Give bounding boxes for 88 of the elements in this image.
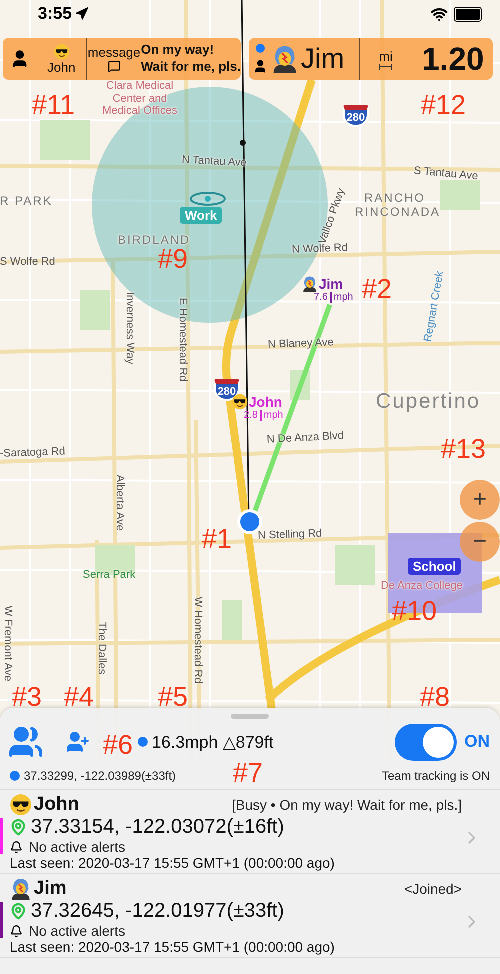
- location-dot-icon: [256, 44, 264, 53]
- location-dot-icon: [10, 771, 20, 781]
- annotation-label: #8: [420, 682, 450, 713]
- map-label: Serra Park: [83, 569, 136, 581]
- tracking-toggle[interactable]: [394, 724, 456, 760]
- map-label: Cupertino: [376, 390, 481, 414]
- map-label: Inverness Way: [124, 292, 136, 364]
- map-label: N De Anza Blvd: [266, 430, 344, 446]
- map-label: Clara Medical Center and Medical Offices: [102, 80, 178, 118]
- speed-bar: [330, 292, 332, 303]
- member-row[interactable]: John [Busy • On my way! Wait for me, pls.] 37.33154, -122.03072(±16ft) No active alerts Last seen: 2020-03-17 15:55 GMT+1 (00:00:00 ago): [0, 790, 500, 874]
- member-name: Jim: [34, 878, 67, 900]
- annotation-label: #9: [158, 244, 188, 275]
- drag-handle[interactable]: [231, 714, 269, 719]
- annotation-label: #1: [202, 524, 232, 555]
- member-status: [Busy • On my way! Wait for me, pls.]: [232, 797, 462, 813]
- distance-value: 1.20: [422, 40, 484, 78]
- map-label: -Saratoga Rd: [0, 446, 66, 460]
- distance-card[interactable]: Jim mi 1.20: [249, 38, 493, 80]
- map-label: BIRDLAND: [118, 233, 191, 247]
- map-label: W Fremont Ave: [2, 606, 14, 682]
- tracking-state: ON: [464, 732, 490, 752]
- member-coordinates: 37.32645, -122.01977(±33ft): [31, 900, 284, 923]
- map-label: R PARK: [0, 194, 53, 208]
- map-label: S Tantau Ave: [413, 165, 479, 183]
- alert-status: No active alerts: [29, 923, 126, 939]
- alert-status: No active alerts: [29, 839, 126, 855]
- last-seen: Last seen: 2020-03-17 15:55 GMT+1 (00:00:00 ago): [10, 855, 336, 871]
- chat-icon: [108, 60, 121, 73]
- speed-altitude: 16.3mph △879ft: [152, 732, 274, 752]
- map-label: S Wolfe Rd: [0, 256, 56, 268]
- map-label: N Stelling Rd: [258, 528, 322, 542]
- annotation-label: #7: [233, 758, 264, 789]
- pin-icon: [10, 819, 27, 836]
- bell-icon: [10, 924, 23, 938]
- my-coordinates: 37.33299, -122.03989(±33ft): [24, 769, 176, 783]
- person-icon: [252, 59, 268, 74]
- member-name: John: [48, 60, 76, 74]
- map-label: Regnart Creek: [422, 270, 446, 344]
- member-coordinates: 37.33154, -122.03072(±16ft): [31, 816, 284, 839]
- map-label: The Dalles: [96, 622, 108, 675]
- member-row[interactable]: Jim <Joined> 37.32645, -122.01977(±33ft) No active alerts Last seen: 2020-03-17 15:55 GMT+1 (00:00:00 ago): [0, 874, 500, 958]
- team-map-button[interactable]: [8, 724, 44, 760]
- pin-icon: [10, 903, 27, 920]
- bell-icon: [10, 840, 23, 854]
- map-label: N Tantau Ave: [182, 154, 248, 170]
- avatar-icon: [302, 276, 318, 292]
- location-arrow-icon: [75, 7, 90, 21]
- annotation-label: #12: [421, 90, 466, 121]
- battery-icon: [454, 6, 482, 22]
- map-label: Alberta Ave: [114, 475, 126, 532]
- sunglasses-face-icon: [232, 394, 248, 410]
- member-name[interactable]: Jim: [319, 276, 344, 292]
- tracking-caption: Team tracking is ON: [382, 769, 490, 783]
- annotation-label: #6: [103, 730, 134, 761]
- ruler-icon: [379, 64, 393, 70]
- message-label: message: [88, 45, 141, 60]
- map-label: E Homestead Rd: [177, 298, 189, 382]
- sunglasses-face-icon: [54, 44, 70, 60]
- avatar-icon: [10, 878, 32, 900]
- annotation-label: #5: [158, 682, 188, 713]
- speed-unit: mph: [334, 292, 354, 303]
- avatar-icon: [271, 45, 299, 73]
- wifi-icon: [431, 6, 448, 22]
- speed-bar: [260, 410, 262, 421]
- last-seen: Last seen: 2020-03-17 15:55 GMT+1 (00:00:00 ago): [10, 939, 336, 955]
- geofence-label[interactable]: School: [408, 558, 462, 575]
- message-card[interactable]: John messageOn my way! Wait for me, pls.: [3, 38, 241, 80]
- highway-shield: 280: [343, 105, 369, 127]
- member-name: John: [34, 794, 80, 816]
- location-dot-icon: [138, 737, 148, 747]
- sunglasses-face-icon: [10, 794, 32, 816]
- speed-unit: mph: [264, 410, 284, 421]
- member-name: Jim: [301, 43, 346, 75]
- member-status: <Joined>: [404, 881, 462, 897]
- annotation-label: #2: [362, 274, 392, 305]
- map-label: W Homestead Rd: [192, 597, 204, 684]
- annotation-label: #11: [32, 90, 76, 121]
- annotation-label: #4: [64, 682, 94, 713]
- speed-value: 7.6: [314, 292, 328, 303]
- add-member-button[interactable]: [66, 730, 90, 754]
- annotation-label: #3: [12, 682, 42, 713]
- message-text: On my way! Wait for me, pls.: [141, 42, 242, 76]
- distance-unit: mi: [379, 48, 393, 64]
- status-time: 3:55: [38, 4, 72, 24]
- geofence-marker-icon: [190, 192, 226, 206]
- member-name[interactable]: John: [249, 394, 282, 410]
- annotation-label: #13: [441, 434, 486, 465]
